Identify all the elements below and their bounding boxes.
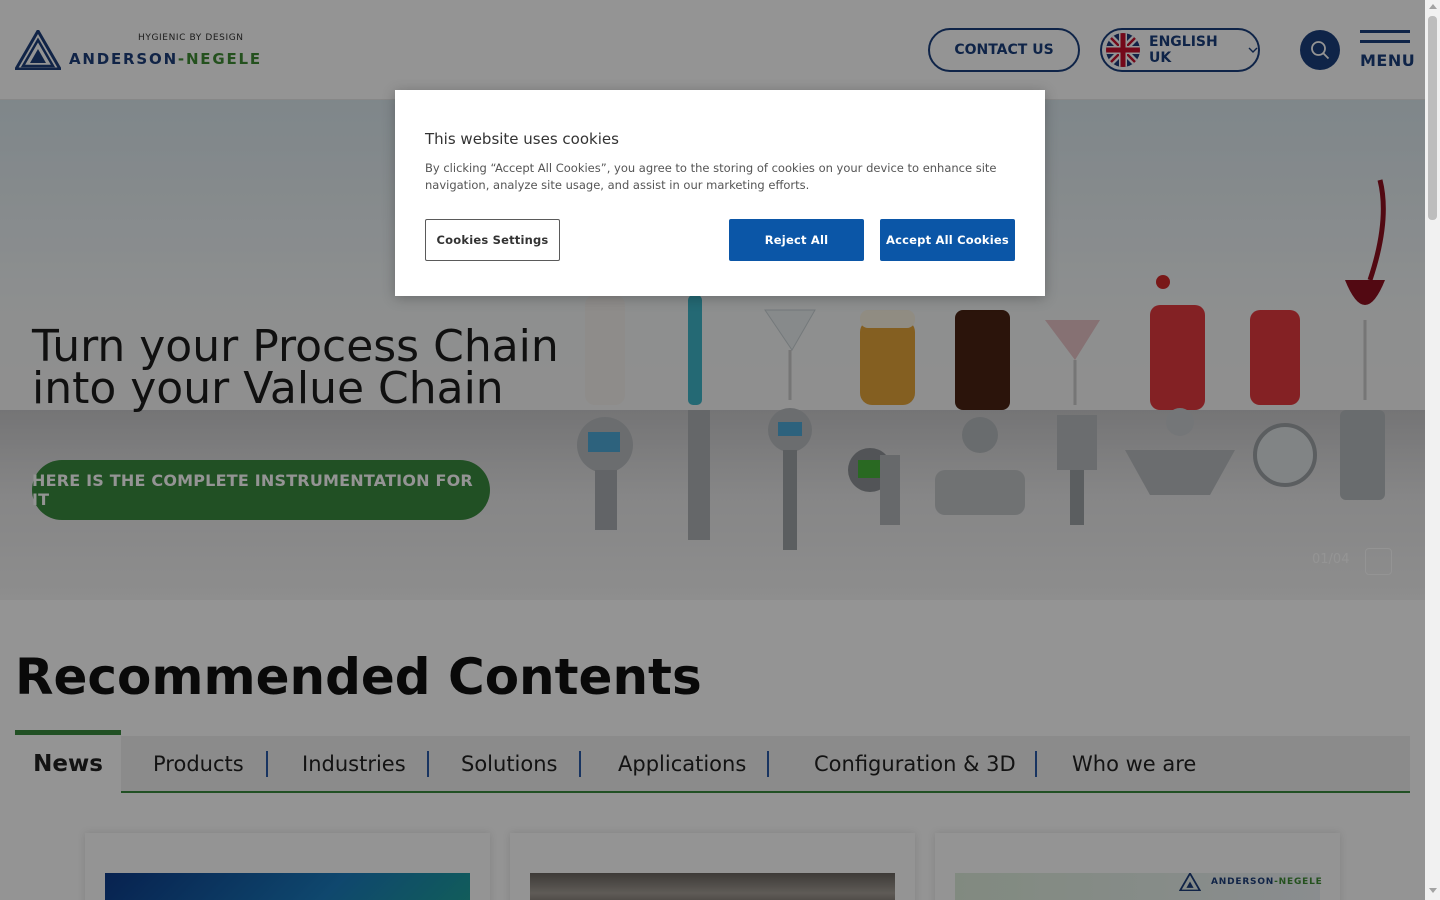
cookie-title: This website uses cookies <box>425 130 619 148</box>
scrollbar[interactable] <box>1425 0 1440 900</box>
cookies-settings-button[interactable]: Cookies Settings <box>425 219 560 261</box>
cookie-text: By clicking “Accept All Cookies”, you ag… <box>425 161 997 192</box>
reject-all-button[interactable]: Reject All <box>729 219 864 261</box>
cookie-dialog: This website uses cookies By clicking “A… <box>395 90 1045 296</box>
scroll-down-icon[interactable] <box>1429 888 1437 893</box>
accept-all-cookies-button[interactable]: Accept All Cookies <box>880 219 1015 261</box>
scrollbar-thumb[interactable] <box>1428 16 1437 220</box>
scroll-up-icon[interactable] <box>1429 4 1437 9</box>
